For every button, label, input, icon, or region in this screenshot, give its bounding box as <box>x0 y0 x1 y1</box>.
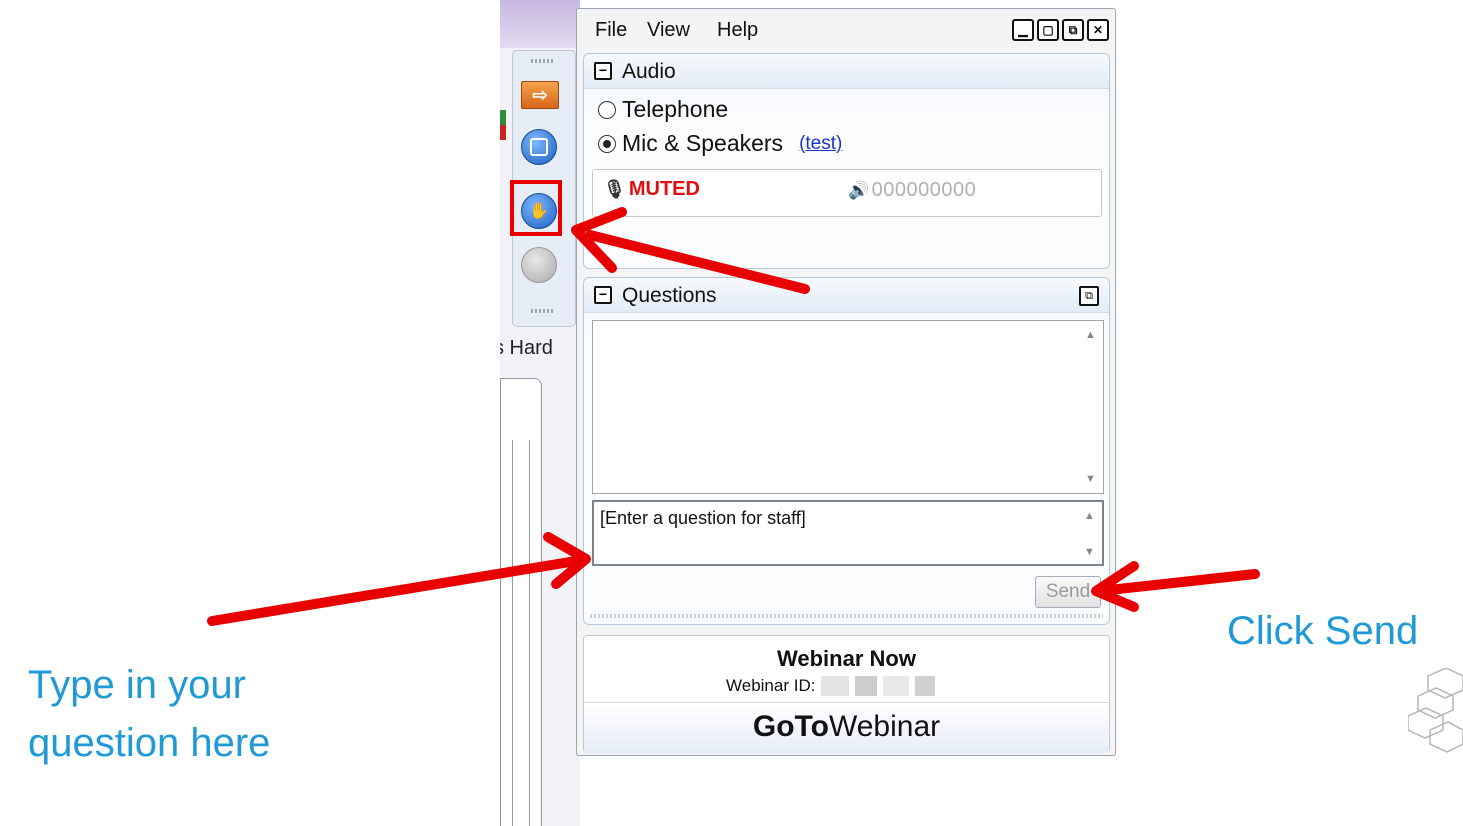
arrow-to-input <box>207 555 587 626</box>
click-send-callout: Click Send <box>1227 602 1418 660</box>
callout-line-1: Type in your <box>28 663 246 707</box>
corner-logo <box>1408 668 1463 753</box>
click-send-text: Click Send <box>1227 609 1419 653</box>
callout-line-2: question here <box>28 721 271 765</box>
arrow-to-raise-hand <box>585 230 810 294</box>
type-question-callout: Type in your question here <box>28 656 270 772</box>
